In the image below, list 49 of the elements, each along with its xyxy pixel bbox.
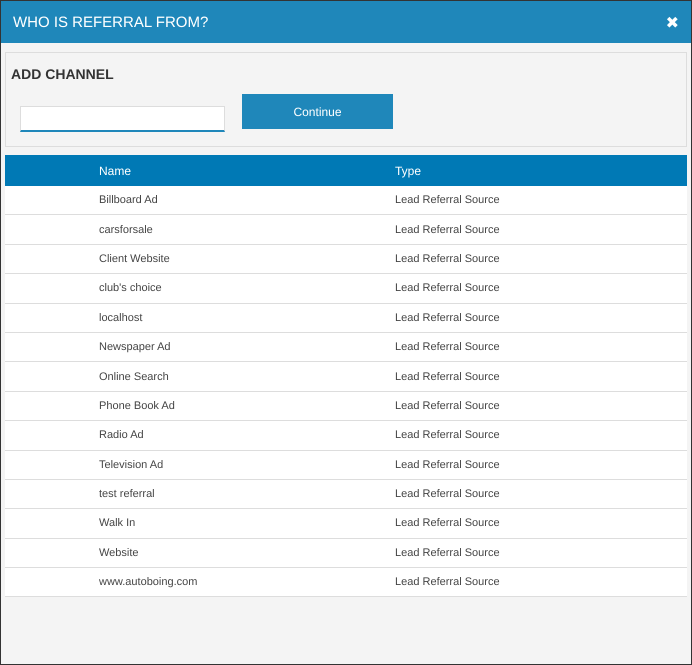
- table-row[interactable]: Newspaper Ad Lead Referral Source: [5, 332, 687, 362]
- table-cell: Lead Referral Source: [395, 400, 500, 412]
- table-row[interactable]: Radio Ad Lead Referral Source: [5, 421, 687, 451]
- table-cell: Lead Referral Source: [395, 312, 500, 324]
- table-cell-text: www.autoboing.com: [99, 576, 198, 588]
- table-row[interactable]: test referral Lead Referral Source: [5, 480, 687, 510]
- table-cell: Lead Referral Source: [395, 546, 500, 559]
- table-cell-text: localhost: [99, 312, 144, 324]
- close-button[interactable]: ✖: [666, 12, 679, 32]
- table-row[interactable]: Phone Book Ad Lead Referral Source: [5, 392, 687, 422]
- table-cell-text: Website: [99, 546, 140, 559]
- table-cell-text: Client Website: [99, 252, 171, 265]
- table-cell-text: Newspaper Ad: [99, 341, 172, 354]
- section-heading: ADD CHANNEL: [11, 66, 115, 82]
- table-cell: Lead Referral Source: [395, 341, 500, 354]
- table-cell: Lead Referral Source: [395, 576, 500, 588]
- table-cell: Lead Referral Source: [395, 429, 500, 442]
- table-cell: Lead Referral Source: [395, 282, 500, 294]
- table-cell-text: Radio Ad: [99, 429, 145, 442]
- table-cell-text: Phone Book Ad: [99, 400, 176, 412]
- table-cell: Lead Referral Source: [395, 224, 500, 236]
- table-cell: Lead Referral Source: [395, 517, 500, 530]
- table-row[interactable]: www.autoboing.com Lead Referral Source: [5, 568, 687, 598]
- table-cell: Lead Referral Source: [395, 488, 500, 500]
- table-cell-text: Online Search: [99, 370, 170, 383]
- window-title: WHO IS REFERRAL FROM?: [13, 14, 208, 30]
- table-row[interactable]: carsforsale Lead Referral Source: [5, 215, 687, 245]
- table-row[interactable]: Website Lead Referral Source: [5, 538, 687, 568]
- table-row[interactable]: club's choice Lead Referral Source: [5, 274, 687, 304]
- table-row[interactable]: Client Website Lead Referral Source: [5, 244, 687, 274]
- column-header: Name: [99, 164, 132, 178]
- table-cell-text: club's choice: [99, 282, 163, 294]
- table-cell: Lead Referral Source: [395, 458, 500, 471]
- table-row[interactable]: Online Search Lead Referral Source: [5, 362, 687, 392]
- table-cell: Lead Referral Source: [395, 252, 500, 265]
- table-cell-text: Billboard Ad: [99, 194, 159, 206]
- table-cell: Lead Referral Source: [395, 370, 500, 383]
- table-cell-text: carsforsale: [99, 224, 154, 236]
- table-row[interactable]: localhost Lead Referral Source: [5, 304, 687, 333]
- table-cell: Lead Referral Source: [395, 194, 500, 206]
- column-header: Type: [395, 164, 422, 178]
- table-row[interactable]: Television Ad Lead Referral Source: [5, 450, 687, 480]
- continue-button[interactable]: Continue: [242, 94, 393, 129]
- table-cell-text: Television Ad: [99, 458, 164, 471]
- channel-input-field[interactable]: [20, 106, 225, 132]
- table-row[interactable]: Billboard Ad Lead Referral Source: [5, 186, 687, 216]
- table-row[interactable]: Walk In Lead Referral Source: [5, 509, 687, 539]
- table-cell-text: test referral: [99, 488, 156, 500]
- table-cell-text: Walk In: [99, 517, 136, 530]
